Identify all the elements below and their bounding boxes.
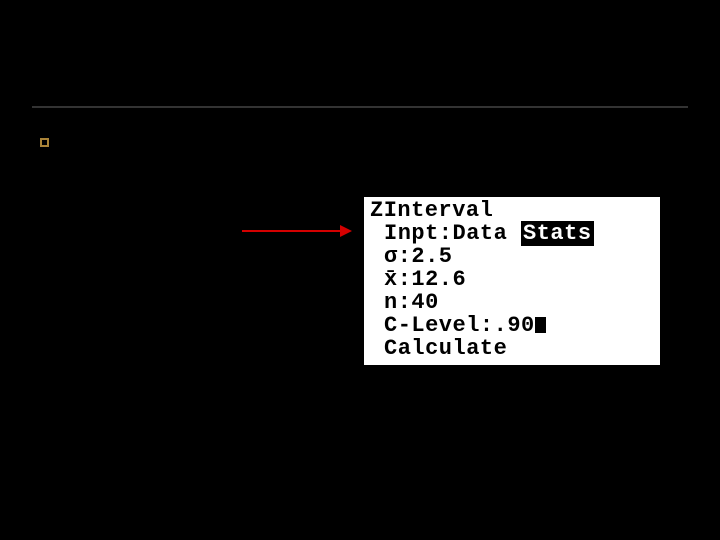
- horizontal-rule: [32, 106, 688, 108]
- list-number: 4.: [40, 243, 64, 265]
- n-label: n:: [384, 290, 411, 315]
- n-value: 40: [411, 290, 438, 315]
- clevel-label: C-Level:: [384, 313, 494, 338]
- calc-title: ZInterval: [370, 199, 656, 222]
- inpt-label: Inpt:: [384, 221, 453, 246]
- bullet-icon: [40, 130, 64, 152]
- calc-sigma-line: σ:2.5: [370, 245, 656, 268]
- list-number: 2.: [40, 186, 64, 208]
- inpt-stats-selected: Stats: [521, 221, 594, 246]
- list-item: 5. Fill in and calculate.: [40, 324, 340, 350]
- step-text: Stat: [64, 158, 340, 184]
- calc-calculate-line: Calculate: [370, 337, 656, 360]
- sigma-label: σ:: [384, 244, 411, 269]
- step-text: Fill in and calculate.: [64, 324, 340, 350]
- step-text: Tests: [64, 186, 340, 212]
- xbar-label: x̄:: [384, 267, 411, 292]
- arrow-icon: [242, 225, 352, 237]
- calculate-label: Calculate: [384, 336, 507, 361]
- calc-input-line: Inpt:Data Stats: [370, 222, 656, 245]
- calc-clevel-line: C-Level:.90: [370, 314, 656, 337]
- calculator-screen: ZInterval Inpt:Data Stats σ:2.5 x̄:12.6 …: [362, 195, 662, 367]
- inpt-data: Data: [453, 221, 508, 246]
- sigma-value: 2.5: [411, 244, 452, 269]
- steps-list: Calculator Steps: 1. Stat 2. Tests 3. 7:…: [40, 130, 340, 352]
- list-item: Calculator Steps:: [40, 130, 340, 156]
- calc-xbar-line: x̄:12.6: [370, 268, 656, 291]
- list-number: 5.: [40, 324, 64, 346]
- xbar-value: 12.6: [411, 267, 466, 292]
- list-number: 3.: [40, 215, 64, 237]
- list-number: 1.: [40, 158, 64, 180]
- steps-title: Calculator Steps:: [64, 130, 340, 156]
- list-item: 1. Stat: [40, 158, 340, 184]
- cursor-icon: [535, 317, 546, 333]
- list-item: 2. Tests: [40, 186, 340, 212]
- list-item: 4. Set on Stats if you are going to inpu…: [40, 243, 340, 322]
- clevel-value: .90: [494, 313, 535, 338]
- step-text: Set on Stats if you are going to input t…: [64, 243, 340, 322]
- calc-n-line: n:40: [370, 291, 656, 314]
